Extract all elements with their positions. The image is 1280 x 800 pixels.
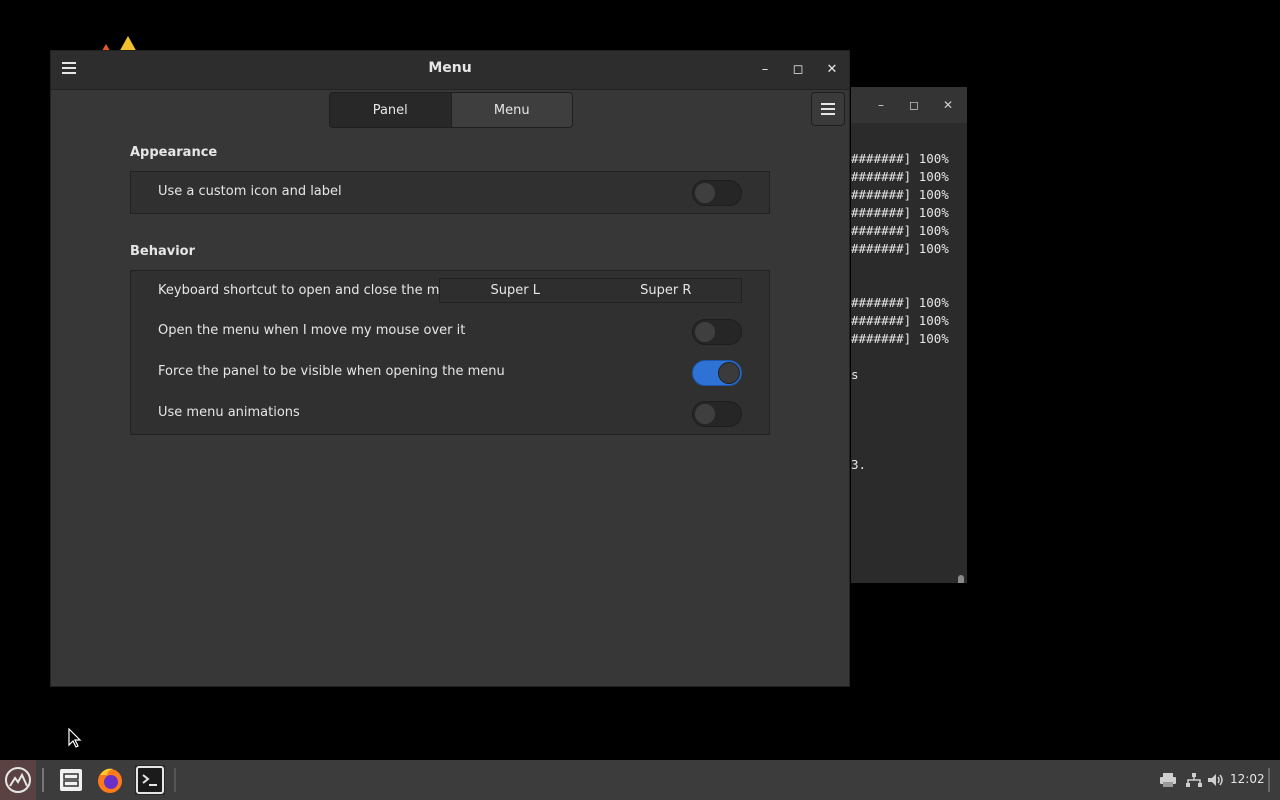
terminal-line: #######] 100% [851, 223, 949, 238]
setting-label: Use menu animations [158, 405, 300, 420]
file-manager-icon [60, 769, 82, 791]
setting-row: Use menu animations [131, 393, 769, 433]
printer-icon[interactable] [1159, 772, 1177, 788]
taskbar-firefox[interactable] [95, 765, 125, 795]
clock[interactable]: 12:02 [1230, 772, 1265, 786]
terminal-maximize-button[interactable]: ◻ [904, 95, 924, 115]
start-menu-button[interactable] [0, 760, 36, 800]
menu-settings-window[interactable]: Menu – ◻ ✕ Panel Menu Appearance Use a c… [50, 50, 850, 687]
terminal-line: #######] 100% [851, 313, 949, 328]
shortcut-key-1[interactable]: Super L [440, 279, 591, 302]
terminal-line: s [851, 367, 859, 382]
section-title-appearance: Appearance [130, 145, 218, 160]
network-icon[interactable] [1185, 772, 1203, 788]
terminal-line: #######] 100% [851, 187, 949, 202]
terminal-line: #######] 100% [851, 151, 949, 166]
setting-label: Force the panel to be visible when openi… [158, 364, 505, 379]
behavior-box: Keyboard shortcut to open and close the … [130, 270, 770, 435]
tab-panel[interactable]: Panel [330, 93, 451, 127]
setting-label: Open the menu when I move my mouse over … [158, 323, 466, 338]
force-panel-visible-toggle[interactable] [692, 360, 742, 386]
terminal-icon [136, 766, 164, 794]
taskbar-separator [42, 768, 44, 792]
terminal-close-button[interactable]: ✕ [938, 95, 958, 115]
tab-menu[interactable]: Menu [450, 93, 572, 127]
terminal-line: #######] 100% [851, 241, 949, 256]
setting-label: Keyboard shortcut to open and close the … [158, 283, 464, 298]
volume-icon[interactable] [1207, 772, 1225, 788]
menu-animations-toggle[interactable] [692, 401, 742, 427]
firefox-icon [98, 768, 122, 793]
hamburger-icon [821, 103, 835, 117]
terminal-output[interactable]: #######] 100% #######] 100% #######] 100… [851, 123, 967, 583]
taskbar-file-manager[interactable] [56, 765, 86, 795]
terminal-line: #######] 100% [851, 205, 949, 220]
toggle-knob [694, 321, 716, 343]
terminal-minimize-button[interactable]: – [871, 95, 891, 115]
setting-row: Force the panel to be visible when openi… [131, 352, 769, 392]
section-title-behavior: Behavior [130, 244, 196, 259]
toggle-knob [694, 403, 716, 425]
hover-open-toggle[interactable] [692, 319, 742, 345]
terminal-titlebar[interactable]: – ◻ ✕ [851, 87, 967, 123]
window-header[interactable]: Menu – ◻ ✕ [51, 51, 849, 90]
maximize-button[interactable]: ◻ [788, 60, 808, 80]
setting-row: Use a custom icon and label [131, 172, 769, 212]
setting-row: Keyboard shortcut to open and close the … [131, 271, 769, 311]
taskbar-separator [174, 768, 176, 792]
close-button[interactable]: ✕ [822, 60, 842, 80]
stack-switcher: Panel Menu [329, 92, 573, 128]
shortcut-key-2[interactable]: Super R [591, 279, 742, 302]
toggle-knob [694, 182, 716, 204]
appearance-box: Use a custom icon and label [130, 171, 770, 214]
taskbar-terminal[interactable] [135, 765, 165, 795]
taskbar: 12:02 [0, 760, 1280, 800]
setting-label: Use a custom icon and label [158, 184, 342, 199]
window-title: Menu [428, 60, 472, 76]
terminal-line: #######] 100% [851, 331, 949, 346]
terminal-line: #######] 100% [851, 169, 949, 184]
terminal-scrollbar[interactable] [958, 575, 964, 583]
minimize-button[interactable]: – [755, 60, 775, 80]
options-menu-button[interactable] [811, 92, 845, 126]
terminal-line: 3. [851, 457, 867, 472]
terminal-line: #######] 100% [851, 295, 949, 310]
show-desktop-button[interactable] [1268, 768, 1270, 792]
start-menu-icon [5, 767, 31, 793]
mouse-cursor-icon [68, 728, 82, 748]
setting-row: Open the menu when I move my mouse over … [131, 311, 769, 351]
custom-icon-toggle[interactable] [692, 180, 742, 206]
toggle-knob [718, 362, 740, 384]
keyboard-shortcut-field[interactable]: Super L Super R [439, 278, 742, 303]
terminal-window[interactable]: – ◻ ✕ #######] 100% #######] 100% ######… [851, 87, 967, 583]
